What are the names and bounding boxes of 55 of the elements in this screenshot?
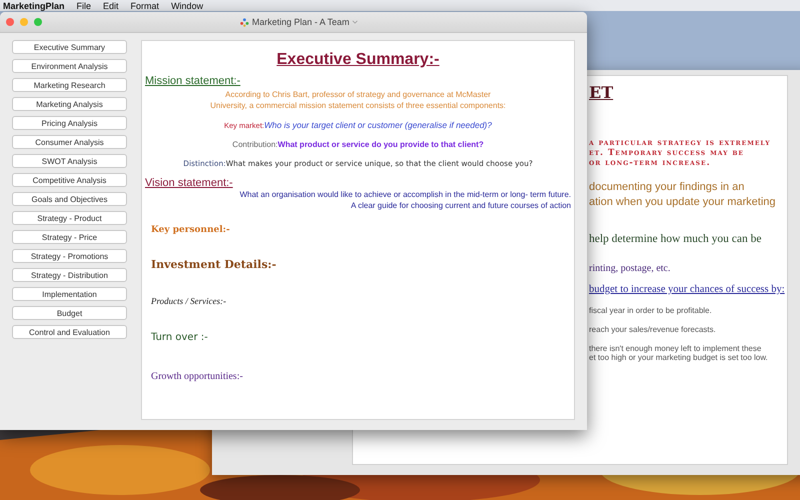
window-title: Marketing Plan - A Team	[252, 17, 350, 27]
paragraph: rinting, postage, etc.	[589, 263, 670, 274]
sidebar-button[interactable]: Marketing Analysis	[12, 97, 127, 111]
menu-item[interactable]: Window	[171, 0, 204, 10]
sidebar-button[interactable]: Strategy - Price	[12, 230, 127, 244]
chevron-icon[interactable]	[352, 20, 358, 24]
sidebar-button[interactable]: Consumer Analysis	[12, 135, 127, 149]
section-heading: Products / Services:-	[151, 296, 226, 306]
app-menu[interactable]: MarketingPlan	[3, 0, 65, 10]
paragraph: a particular strategy is extremely	[589, 138, 771, 148]
paragraph: et. Temporary success may be	[589, 148, 744, 158]
link-text: budget to increase your chances of success by:	[589, 284, 785, 295]
sidebar-button[interactable]: Control and Evaluation	[12, 325, 127, 339]
paragraph: fiscal year in order to be profitable.	[589, 306, 712, 315]
prompt-text: Who is your target client or customer (generalise if needed)?	[264, 120, 492, 130]
sidebar-button[interactable]: Strategy - Product	[12, 211, 127, 225]
sidebar-button[interactable]: Pricing Analysis	[12, 116, 127, 130]
sidebar-button[interactable]: Goals and Objectives	[12, 192, 127, 206]
paragraph: or long-term increase.	[589, 158, 711, 168]
paragraph: According to Chris Bart, professor of strategy and governance at McMaster	[225, 90, 491, 99]
sidebar-button[interactable]: Competitive Analysis	[12, 173, 127, 187]
section-heading: Key personnel:-	[151, 225, 230, 235]
menu-item[interactable]: Format	[130, 0, 160, 10]
paragraph: A clear guide for choosing current and future courses of action	[350, 201, 571, 210]
section-heading: Investment Details:-	[151, 258, 276, 271]
section-heading: Growth opportunities:-	[151, 371, 243, 382]
field-label: Contribution:	[232, 140, 278, 149]
menu-item[interactable]: File	[76, 0, 92, 10]
section-heading: Vision statement:-	[145, 177, 233, 189]
sidebar-button[interactable]: Environment Analysis	[12, 59, 127, 73]
section-heading: Turn over :-	[151, 332, 208, 343]
paragraph: ation when you update your marketing	[589, 196, 776, 208]
paragraph: et too high or your marketing budget is set too low.	[589, 353, 768, 362]
close-button[interactable]	[6, 18, 14, 26]
sidebar-button[interactable]: Strategy - Promotions	[12, 249, 127, 263]
sidebar-button[interactable]: SWOT Analysis	[12, 154, 127, 168]
section-heading: Mission statement:-	[145, 75, 240, 87]
sidebar-button[interactable]: Executive Summary	[12, 40, 127, 54]
paragraph: help determine how much you can be	[589, 233, 762, 245]
sidebar-button[interactable]: Implementation	[12, 287, 127, 301]
sidebar-button[interactable]: Marketing Research	[12, 78, 127, 92]
zoom-button[interactable]	[34, 18, 42, 26]
sidebar-button[interactable]: Strategy - Distribution	[12, 268, 127, 282]
paragraph: What an organisation would like to achieve or accomplish in the mid-term or long- term future.	[240, 190, 571, 199]
paragraph: documenting your findings in an	[589, 181, 744, 193]
paragraph: University, a commercial mission statement consists of three essential components:	[210, 101, 506, 110]
document-title: Executive Summary:-	[276, 51, 440, 68]
paragraph: reach your sales/revenue forecasts.	[589, 325, 716, 334]
paragraph: there isn't enough money left to implement these	[589, 344, 762, 353]
menu-item[interactable]: Edit	[103, 0, 119, 10]
sidebar-button[interactable]: Budget	[12, 306, 127, 320]
prompt-text: What product or service do you provide to that client?	[278, 140, 484, 149]
minimize-button[interactable]	[20, 18, 28, 26]
people-icon	[240, 18, 249, 26]
document-title: ET	[589, 83, 614, 102]
